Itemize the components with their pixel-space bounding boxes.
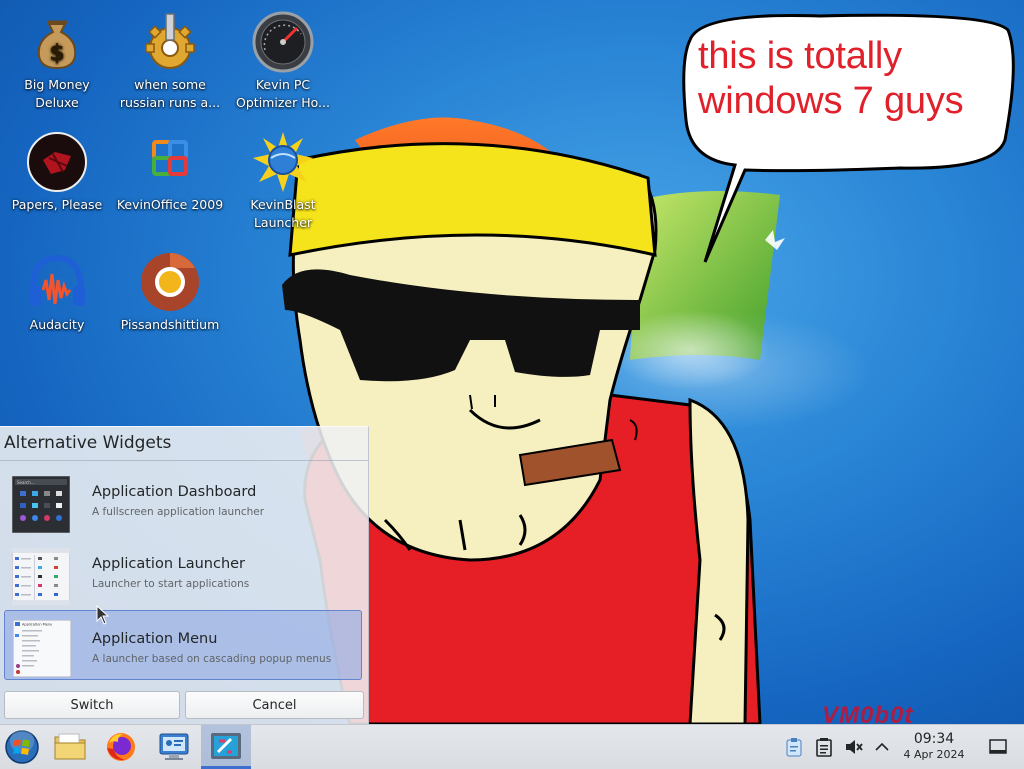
taskbar-firefox[interactable] [102,725,142,769]
widget-item-description: A launcher based on cascading popup menu… [92,653,332,665]
widget-item-application-menu[interactable]: Application Menu Application Menu A laun… [4,610,362,680]
dashboard-thumbnail: Search... [12,476,70,533]
start-orb-icon [5,729,39,764]
show-desktop-icon [989,739,1007,754]
tray-expand-button[interactable] [872,725,892,769]
speedometer-icon [252,11,314,73]
show-desktop-button[interactable] [980,725,1020,769]
tray-clipboard[interactable] [782,725,806,769]
svg-text:$: $ [49,41,64,66]
desktop-icon-label: Big Money Deluxe [24,77,90,110]
taskbar [0,724,1024,769]
mouse-cursor-icon [96,605,110,625]
browser-icon [141,253,199,311]
globe-burst-icon [253,132,313,192]
desktop-icon-label: KevinBlast Launcher [250,197,316,230]
desktop-icon-russian[interactable]: when some russian runs a... [114,10,226,112]
tray-volume[interactable] [842,725,866,769]
desktop-icon-label: KevinOffice 2009 [116,197,224,212]
file-manager-icon [54,733,86,760]
money-bag-icon: $ [37,20,77,70]
widget-item-name: Application Launcher [92,556,246,572]
desktop-icon-label: when some russian runs a... [119,77,221,110]
active-window-icon [211,733,241,759]
widget-item-description: A fullscreen application launcher [92,506,265,518]
widget-item-name: Application Dashboard [92,484,257,500]
widget-item-application-launcher[interactable]: Application Launcher Launcher to start a… [4,537,362,607]
papers-please-icon [27,132,87,192]
gear-icon [145,13,195,69]
speech-bubble-text: this is totally windows 7 guys [698,35,964,122]
desktop-icon-label: Pissandshittium [120,317,220,332]
desktop-icon-kevin-pc-optimizer[interactable]: Kevin PC Optimizer Ho... [227,10,339,112]
alternative-widgets-panel: Alternative Widgets Search... Applicatio… [0,426,369,725]
desktop-icon-label: Papers, Please [11,197,103,212]
desktop-icon-big-money-deluxe[interactable]: $ Big Money Deluxe [1,10,113,112]
desktop-icon-label: Kevin PC Optimizer Ho... [236,77,330,110]
panel-divider [0,460,368,461]
taskbar-active-window[interactable] [201,725,251,769]
clipboard-icon [786,738,802,757]
launcher-thumbnail [12,548,70,605]
taskbar-file-manager[interactable] [50,725,90,769]
audacity-headphones-icon [29,254,85,306]
taskbar-system-settings[interactable] [154,725,194,769]
office-icon [152,140,188,176]
desktop-icon-label: Audacity [29,317,85,332]
widget-item-application-dashboard[interactable]: Search... Application Dashboard A fullsc… [4,465,362,535]
widget-item-name: Application Menu [92,631,218,647]
panel-title: Alternative Widgets [4,433,172,453]
watermark-text: VM0b0t [822,702,914,724]
desktop-icon-audacity[interactable]: Audacity [1,250,113,334]
notes-icon [816,738,832,757]
start-button[interactable] [0,725,44,769]
cancel-button[interactable]: Cancel [185,691,364,719]
desktop-icon-papers-please[interactable]: Papers, Please [1,130,113,214]
system-settings-icon [159,733,189,760]
dashboard-search-text: Search... [17,480,35,485]
chevron-up-icon [875,742,889,751]
desktop-icon-pissandshittium[interactable]: Pissandshittium [114,250,226,334]
firefox-icon [107,733,135,761]
switch-button[interactable]: Switch [4,691,180,719]
menu-thumbnail: Application Menu [13,620,71,677]
widget-item-description: Launcher to start applications [92,578,250,590]
volume-muted-icon [846,740,863,754]
menu-thumb-heading: Application Menu [22,623,52,627]
desktop-icon-kevinoffice[interactable]: KevinOffice 2009 [114,130,226,214]
clock-time[interactable]: 09:34 [900,731,968,747]
clock-date[interactable]: 4 Apr 2024 [896,748,972,761]
desktop-icon-kevinblast[interactable]: KevinBlast Launcher [227,130,339,232]
tray-notes[interactable] [812,725,836,769]
